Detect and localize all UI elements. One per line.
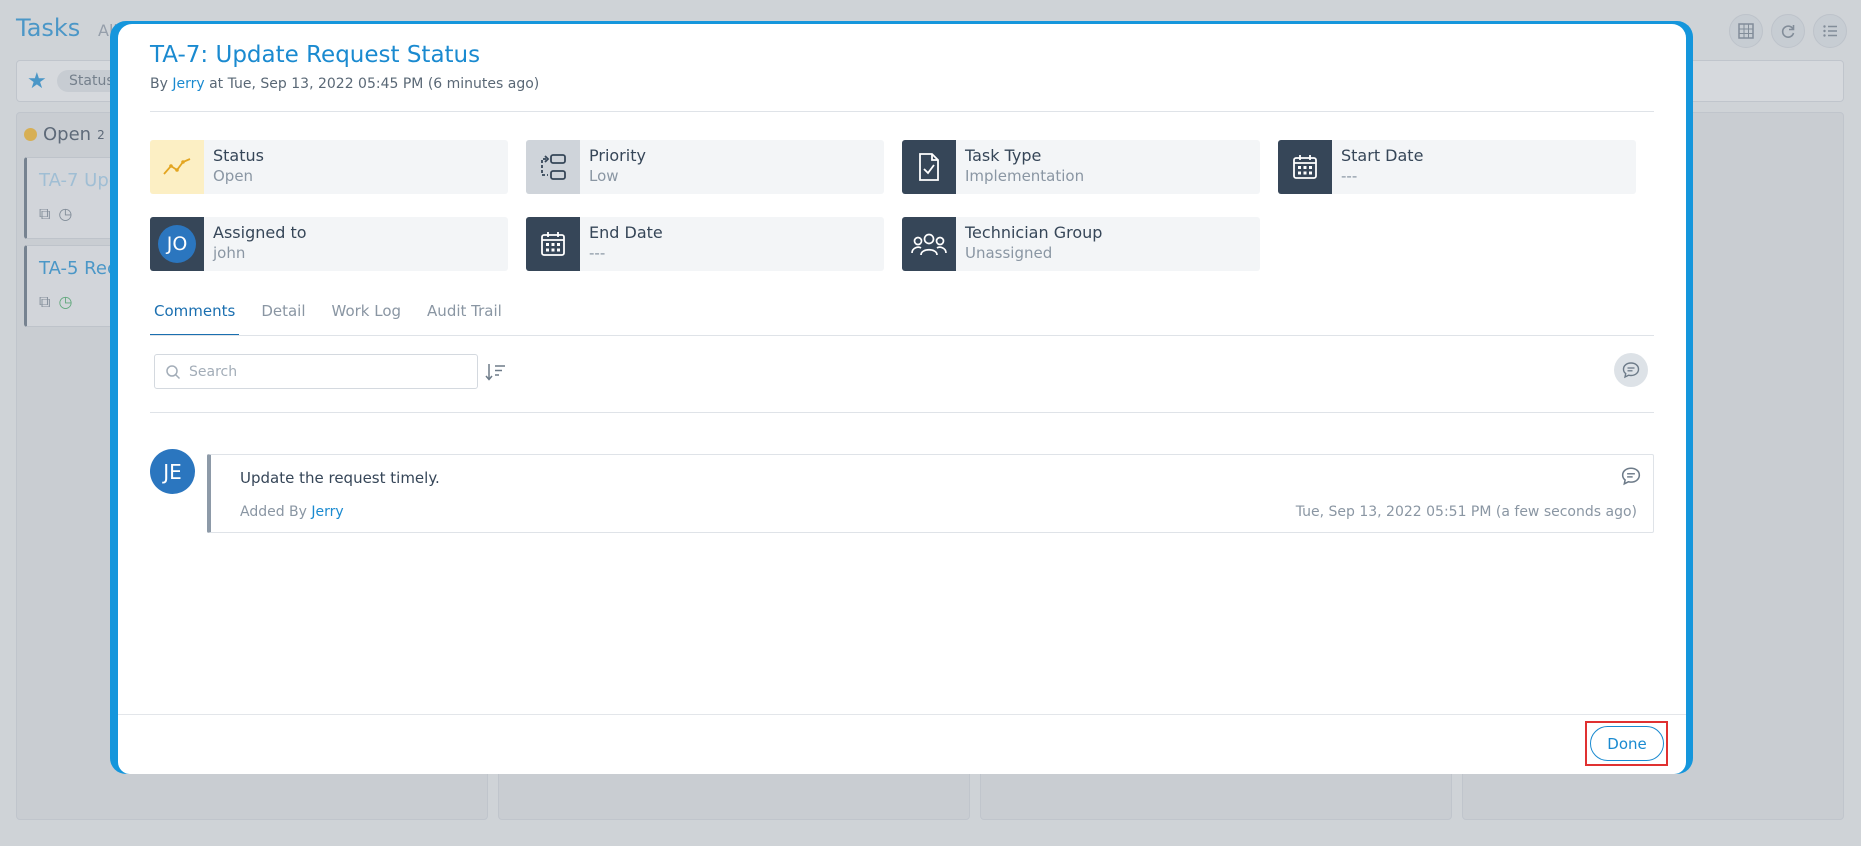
field-value: --- bbox=[589, 244, 606, 262]
added-by-label: Added By bbox=[240, 504, 307, 520]
field-label: End Date bbox=[589, 223, 663, 242]
search-input[interactable] bbox=[189, 361, 469, 383]
avatar: JO bbox=[158, 225, 196, 263]
divider bbox=[150, 111, 1654, 112]
comment-text: Update the request timely. bbox=[240, 469, 440, 487]
document-check-icon bbox=[902, 140, 956, 194]
reply-icon[interactable] bbox=[1621, 466, 1641, 486]
field-priority[interactable]: Priority Low bbox=[526, 140, 884, 194]
comment-search bbox=[154, 354, 478, 389]
priority-flow-icon bbox=[526, 140, 580, 194]
tab-comments[interactable]: Comments bbox=[150, 302, 240, 336]
divider bbox=[150, 412, 1654, 413]
done-button[interactable]: Done bbox=[1590, 726, 1664, 761]
task-detail-dialog: TA-7: Update Request Status By Jerry at … bbox=[118, 24, 1686, 774]
field-assigned-to[interactable]: JO Assigned to john bbox=[150, 217, 508, 271]
field-status[interactable]: Status Open bbox=[150, 140, 508, 194]
search-icon bbox=[166, 365, 181, 380]
comment-item: Update the request timely. Added By Jerr… bbox=[207, 454, 1654, 533]
avatar: JE bbox=[150, 449, 195, 494]
calendar-icon bbox=[526, 217, 580, 271]
field-task-type[interactable]: Task Type Implementation bbox=[902, 140, 1260, 194]
field-start-date[interactable]: Start Date --- bbox=[1278, 140, 1636, 194]
tab-work-log[interactable]: Work Log bbox=[328, 302, 406, 336]
field-end-date[interactable]: End Date --- bbox=[526, 217, 884, 271]
divider bbox=[150, 335, 1654, 336]
sort-icon[interactable] bbox=[485, 362, 507, 382]
field-label: Priority bbox=[589, 146, 646, 165]
subtitle-prefix: By bbox=[150, 76, 168, 92]
field-value: Unassigned bbox=[965, 244, 1053, 262]
field-value: Low bbox=[589, 167, 619, 185]
footer-divider bbox=[118, 714, 1686, 715]
dialog-subtitle: By Jerry at Tue, Sep 13, 2022 05:45 PM (… bbox=[150, 76, 539, 92]
field-technician-group[interactable]: Technician Group Unassigned bbox=[902, 217, 1260, 271]
field-label: Task Type bbox=[965, 146, 1042, 165]
tab-bar: Comments Detail Work Log Audit Trail bbox=[150, 302, 524, 336]
field-value: --- bbox=[1341, 167, 1358, 185]
field-label: Status bbox=[213, 146, 264, 165]
field-value: john bbox=[213, 244, 246, 262]
field-label: Start Date bbox=[1341, 146, 1424, 165]
add-comment-button[interactable] bbox=[1614, 353, 1648, 387]
field-value: Implementation bbox=[965, 167, 1085, 185]
trend-icon bbox=[150, 140, 204, 194]
comment-author-link[interactable]: Jerry bbox=[311, 504, 343, 520]
tab-audit-trail[interactable]: Audit Trail bbox=[423, 302, 506, 336]
calendar-icon bbox=[1278, 140, 1332, 194]
subtitle-time: at Tue, Sep 13, 2022 05:45 PM (6 minutes… bbox=[209, 76, 540, 92]
chat-icon bbox=[1622, 362, 1640, 379]
dialog-title: TA-7: Update Request Status bbox=[150, 42, 481, 68]
comment-timestamp: Tue, Sep 13, 2022 05:51 PM (a few second… bbox=[1295, 504, 1637, 520]
author-link[interactable]: Jerry bbox=[172, 76, 204, 92]
comment-author-line: Added By Jerry bbox=[240, 504, 344, 520]
field-label: Technician Group bbox=[965, 223, 1103, 242]
field-value: Open bbox=[213, 167, 254, 185]
tab-detail[interactable]: Detail bbox=[257, 302, 309, 336]
group-icon bbox=[902, 217, 956, 271]
field-label: Assigned to bbox=[213, 223, 307, 242]
assignee-avatar-tile: JO bbox=[150, 217, 204, 271]
